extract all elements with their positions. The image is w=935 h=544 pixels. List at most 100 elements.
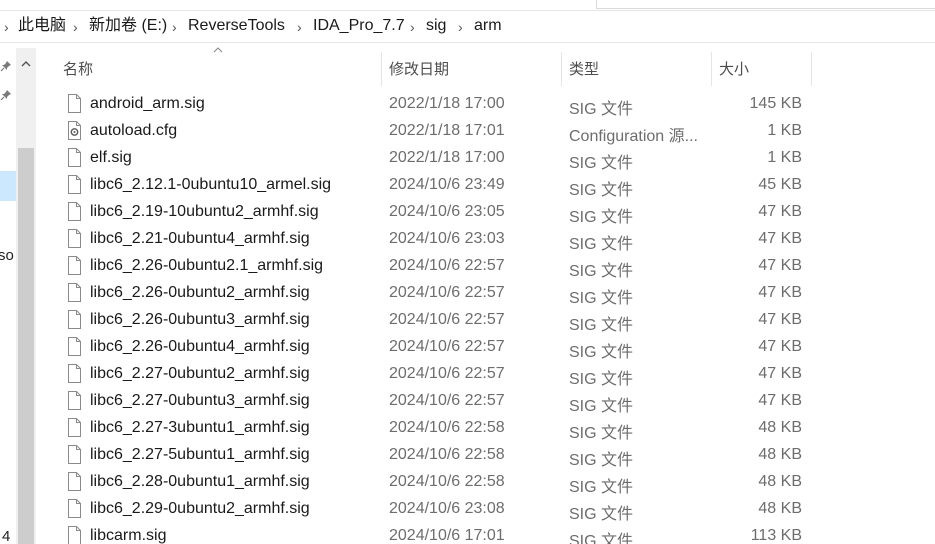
file-date: 2024/10/6 22:57 bbox=[389, 257, 505, 274]
file-row[interactable]: android_arm.sig 2022/1/18 17:00 SIG 文件 145 … bbox=[58, 91, 818, 118]
config-file-icon bbox=[68, 121, 81, 140]
file-size: 47 KB bbox=[758, 257, 802, 274]
file-row[interactable]: libc6_2.12.1-0ubuntu10_armel.sig 2024/10/… bbox=[58, 172, 818, 199]
file-size: 48 KB bbox=[758, 500, 802, 517]
file-row[interactable]: libc6_2.27-0ubuntu2_armhf.sig 2024/10/6 2… bbox=[58, 361, 818, 388]
file-row[interactable]: elf.sig 2022/1/18 17:00 SIG 文件 1 KB bbox=[58, 145, 818, 172]
file-type: SIG 文件 bbox=[569, 371, 634, 388]
file-row[interactable]: libc6_2.26-0ubuntu2_armhf.sig 2024/10/6 2… bbox=[58, 280, 818, 307]
pin-icon[interactable] bbox=[0, 60, 12, 72]
file-date: 2024/10/6 22:58 bbox=[389, 419, 505, 436]
file-icon bbox=[68, 283, 81, 302]
file-row[interactable]: libc6_2.19-10ubuntu2_armhf.sig 2024/10/6 … bbox=[58, 199, 818, 226]
file-date: 2022/1/18 17:00 bbox=[389, 149, 505, 166]
file-date: 2024/10/6 22:57 bbox=[389, 284, 505, 301]
file-size: 113 KB bbox=[750, 527, 802, 544]
file-name: libc6_2.29-0ubuntu2_armhf.sig bbox=[90, 500, 310, 517]
file-type: SIG 文件 bbox=[569, 479, 634, 496]
breadcrumb-chevron-icon[interactable]: › bbox=[4, 17, 9, 37]
file-date: 2022/1/18 17:01 bbox=[389, 122, 505, 139]
file-name: libc6_2.26-0ubuntu3_armhf.sig bbox=[90, 311, 310, 328]
file-icon bbox=[68, 445, 81, 464]
column-header-type[interactable]: 类型 bbox=[562, 44, 710, 86]
file-size: 48 KB bbox=[758, 446, 802, 463]
file-size: 47 KB bbox=[758, 338, 802, 355]
file-type: SIG 文件 bbox=[569, 236, 634, 253]
file-date: 2024/10/6 22:57 bbox=[389, 392, 505, 409]
file-date: 2024/10/6 22:57 bbox=[389, 365, 505, 382]
file-icon bbox=[68, 364, 81, 383]
file-size: 1 KB bbox=[767, 149, 802, 166]
breadcrumb-item-arm[interactable]: arm bbox=[474, 16, 502, 36]
breadcrumb-chevron-icon[interactable]: › bbox=[410, 17, 415, 37]
file-date: 2022/1/18 17:00 bbox=[389, 95, 505, 112]
file-row[interactable]: autoload.cfg 2022/1/18 17:01 Configuration… bbox=[58, 118, 818, 145]
file-icon bbox=[68, 499, 81, 518]
file-size: 47 KB bbox=[758, 203, 802, 220]
file-type: SIG 文件 bbox=[569, 398, 634, 415]
breadcrumb-item-drive[interactable]: 新加卷 (E:) bbox=[89, 16, 167, 36]
file-size: 47 KB bbox=[758, 365, 802, 382]
file-size: 45 KB bbox=[758, 176, 802, 193]
file-name: libc6_2.12.1-0ubuntu10_armel.sig bbox=[90, 176, 332, 193]
file-name: elf.sig bbox=[90, 149, 132, 166]
breadcrumb-item-this-pc[interactable]: 此电脑 bbox=[18, 16, 66, 36]
nav-selected-item[interactable] bbox=[0, 171, 16, 201]
file-row[interactable]: libc6_2.27-0ubuntu3_armhf.sig 2024/10/6 2… bbox=[58, 388, 818, 415]
file-icon bbox=[68, 310, 81, 329]
column-header-name[interactable]: 名称 bbox=[58, 44, 380, 86]
column-header-date[interactable]: 修改日期 bbox=[382, 44, 560, 86]
file-size: 48 KB bbox=[758, 473, 802, 490]
file-icon bbox=[68, 418, 81, 437]
file-row[interactable]: libc6_2.27-3ubuntu1_armhf.sig 2024/10/6 2… bbox=[58, 415, 818, 442]
column-header-size[interactable]: 大小 bbox=[712, 44, 810, 86]
file-name: libc6_2.28-0ubuntu1_armhf.sig bbox=[90, 473, 310, 490]
file-icon bbox=[68, 256, 81, 275]
file-type: SIG 文件 bbox=[569, 452, 634, 469]
file-date: 2024/10/6 22:57 bbox=[389, 338, 505, 355]
breadcrumb-chevron-icon[interactable]: › bbox=[297, 17, 302, 37]
pin-icon[interactable] bbox=[0, 89, 12, 101]
file-row[interactable]: libc6_2.28-0ubuntu1_armhf.sig 2024/10/6 2… bbox=[58, 469, 818, 496]
file-type: SIG 文件 bbox=[569, 425, 634, 442]
address-bar[interactable]: › 此电脑 › 新加卷 (E:) › ReverseTools › IDA_Pr… bbox=[0, 11, 935, 43]
scrollbar-thumb[interactable] bbox=[18, 148, 34, 544]
file-type: SIG 文件 bbox=[569, 209, 634, 226]
breadcrumb-chevron-icon[interactable]: › bbox=[458, 17, 463, 37]
file-row[interactable]: libc6_2.27-5ubuntu1_armhf.sig 2024/10/6 2… bbox=[58, 442, 818, 469]
nav-item-label[interactable]: so bbox=[0, 247, 14, 264]
file-row[interactable]: libc6_2.26-0ubuntu4_armhf.sig 2024/10/6 2… bbox=[58, 334, 818, 361]
nav-scrollbar[interactable] bbox=[16, 48, 36, 544]
file-type: SIG 文件 bbox=[569, 263, 634, 280]
search-box-edge bbox=[596, 0, 935, 9]
scroll-up-arrow-icon[interactable] bbox=[20, 58, 32, 70]
nav-item-label[interactable]: 4 bbox=[2, 528, 10, 544]
breadcrumb-item-reversetools[interactable]: ReverseTools bbox=[188, 16, 285, 36]
file-type: SIG 文件 bbox=[569, 182, 634, 199]
toolbar-remnant bbox=[0, 0, 935, 11]
file-row[interactable]: libc6_2.26-0ubuntu2.1_armhf.sig 2024/10/6… bbox=[58, 253, 818, 280]
file-size: 1 KB bbox=[767, 122, 802, 139]
file-icon bbox=[68, 94, 81, 113]
column-header-type-label: 类型 bbox=[569, 61, 600, 78]
file-date: 2024/10/6 22:57 bbox=[389, 311, 505, 328]
file-row[interactable]: libc6_2.29-0ubuntu2_armhf.sig 2024/10/6 2… bbox=[58, 496, 818, 523]
file-type: SIG 文件 bbox=[569, 101, 634, 118]
file-row[interactable]: libc6_2.21-0ubuntu4_armhf.sig 2024/10/6 2… bbox=[58, 226, 818, 253]
file-size: 47 KB bbox=[758, 392, 802, 409]
file-row[interactable]: libc6_2.26-0ubuntu3_armhf.sig 2024/10/6 2… bbox=[58, 307, 818, 334]
breadcrumb-chevron-icon[interactable]: › bbox=[73, 17, 78, 37]
file-date: 2024/10/6 23:49 bbox=[389, 176, 505, 193]
file-date: 2024/10/6 22:58 bbox=[389, 446, 505, 463]
file-icon bbox=[68, 229, 81, 248]
file-type: SIG 文件 bbox=[569, 317, 634, 334]
breadcrumb-item-ida-pro[interactable]: IDA_Pro_7.7 bbox=[313, 16, 405, 36]
file-icon bbox=[68, 472, 81, 491]
file-date: 2024/10/6 22:58 bbox=[389, 473, 505, 490]
file-icon bbox=[68, 337, 81, 356]
file-size: 145 KB bbox=[749, 95, 802, 112]
breadcrumb-item-sig[interactable]: sig bbox=[426, 16, 446, 36]
file-row[interactable]: libcarm.sig 2024/10/6 17:01 SIG 文件 113 KB bbox=[58, 523, 818, 544]
breadcrumb-chevron-icon[interactable]: › bbox=[172, 17, 177, 37]
column-divider[interactable] bbox=[811, 52, 812, 86]
